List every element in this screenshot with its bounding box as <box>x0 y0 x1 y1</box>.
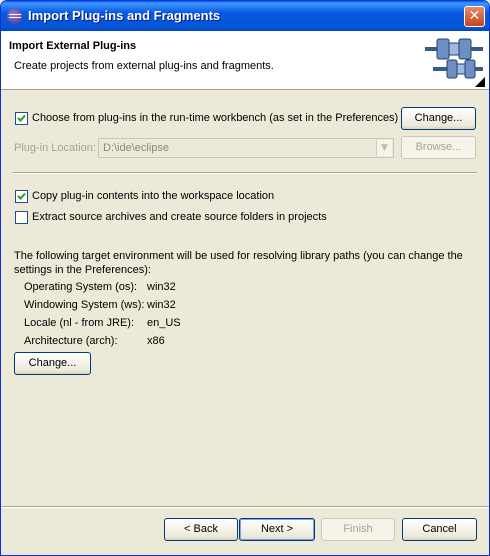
plugin-location-value: D:\ide\eclipse <box>103 142 170 154</box>
back-button[interactable]: < Back <box>164 518 238 541</box>
banner-title: Import External Plug-ins <box>9 40 137 52</box>
env-value-arch: x86 <box>147 335 165 347</box>
env-label-nl: Locale (nl - from JRE): <box>24 317 135 329</box>
env-value-nl: en_US <box>147 317 181 329</box>
title-bar[interactable]: Import Plug-ins and Fragments ✕ <box>1 1 489 31</box>
env-label-os: Operating System (os): <box>24 281 138 293</box>
banner-description: Create projects from external plug-ins a… <box>14 60 274 72</box>
browse-button[interactable]: Browse... <box>401 136 476 159</box>
eclipse-icon <box>7 8 23 24</box>
copy-contents-checkbox[interactable] <box>15 190 28 203</box>
environment-description: The following target environment will be… <box>14 250 463 276</box>
runtime-workbench-label[interactable]: Choose from plug-ins in the run-time wor… <box>32 112 398 124</box>
footer-separator <box>1 506 489 508</box>
chevron-down-icon[interactable]: ▼ <box>376 140 392 156</box>
finish-button[interactable]: Finish <box>321 518 395 541</box>
plugin-import-wizard-icon <box>423 33 485 87</box>
import-dialog: Import Plug-ins and Fragments ✕ Import E… <box>0 0 490 556</box>
runtime-change-button[interactable]: Change... <box>401 107 476 130</box>
environment-change-button[interactable]: Change... <box>14 352 91 375</box>
env-label-arch: Architecture (arch): <box>24 335 118 347</box>
env-value-ws: win32 <box>147 299 176 311</box>
separator <box>12 172 477 174</box>
checkmark-icon <box>17 192 26 200</box>
plugin-location-label: Plug-in Location: <box>14 142 96 154</box>
plugin-location-combo[interactable]: D:\ide\eclipse ▼ <box>98 138 394 158</box>
close-button[interactable]: ✕ <box>464 6 485 27</box>
extract-source-label[interactable]: Extract source archives and create sourc… <box>32 211 327 223</box>
window-title: Import Plug-ins and Fragments <box>28 8 221 23</box>
wizard-banner: Import External Plug-ins Create projects… <box>1 31 489 90</box>
runtime-workbench-checkbox[interactable] <box>15 112 28 125</box>
extract-source-checkbox[interactable] <box>15 211 28 224</box>
cancel-button[interactable]: Cancel <box>402 518 477 541</box>
checkmark-icon <box>17 114 26 122</box>
copy-contents-label[interactable]: Copy plug-in contents into the workspace… <box>32 190 274 202</box>
env-value-os: win32 <box>147 281 176 293</box>
next-button[interactable]: Next > <box>239 518 315 541</box>
env-label-ws: Windowing System (ws): <box>24 299 145 311</box>
